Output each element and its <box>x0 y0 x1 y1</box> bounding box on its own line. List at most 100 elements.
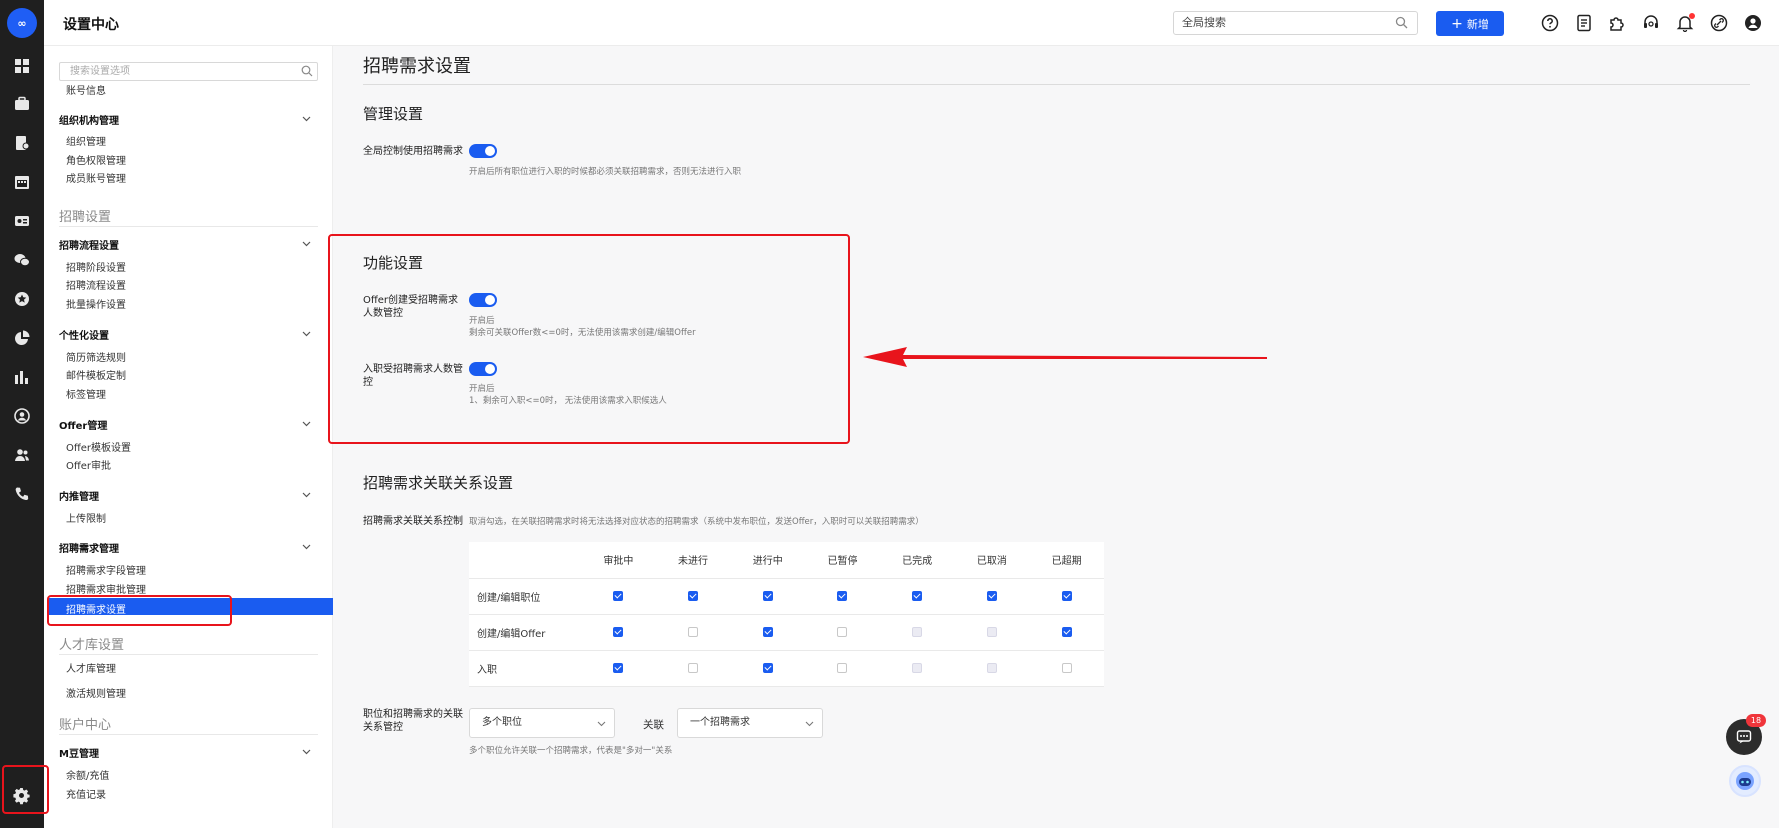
table-cell <box>1029 614 1104 651</box>
table-cell <box>879 614 955 651</box>
sidebar-group-org[interactable]: 组织机构管理 <box>59 112 119 127</box>
dashboard-icon[interactable] <box>12 56 32 76</box>
select-position-count[interactable]: 多个职位 <box>469 708 615 738</box>
chevron-down-icon[interactable] <box>302 542 311 551</box>
position-relation-label: 职位和招聘需求的关联关系管控 <box>363 709 463 733</box>
sidebar-item-stage[interactable]: 招聘阶段设置 <box>66 259 126 274</box>
chevron-down-icon <box>805 721 814 727</box>
checkbox-unchecked[interactable] <box>837 626 848 637</box>
sidebar-item-flow[interactable]: 招聘流程设置 <box>66 277 126 292</box>
section-title-recruit: 招聘设置 <box>59 210 112 225</box>
sidebar-item-demand-fields[interactable]: 招聘需求字段管理 <box>66 562 146 577</box>
service-icon[interactable] <box>1642 14 1660 32</box>
star-badge-icon[interactable] <box>12 289 32 309</box>
checkbox-checked[interactable] <box>613 626 624 637</box>
checkbox-checked[interactable] <box>837 590 848 601</box>
sidebar-item-upload-limit[interactable]: 上传限制 <box>66 510 106 525</box>
help-icon[interactable] <box>1541 14 1559 32</box>
team-icon[interactable] <box>12 445 32 465</box>
resume-doc-icon[interactable] <box>12 133 32 153</box>
checkbox-unchecked[interactable] <box>688 662 699 673</box>
checkbox-checked[interactable] <box>762 590 773 601</box>
sidebar-group-referral[interactable]: 内推管理 <box>59 488 99 503</box>
sidebar-item-resume-filter[interactable]: 简历筛选规则 <box>66 349 126 364</box>
sidebar-item-balance[interactable]: 余额/充值 <box>66 767 109 782</box>
document-icon[interactable] <box>1575 14 1593 32</box>
link-icon[interactable] <box>1710 14 1728 32</box>
calendar-icon[interactable] <box>12 172 32 192</box>
global-control-toggle[interactable] <box>469 144 497 158</box>
select-demand-count[interactable]: 一个招聘需求 <box>677 708 823 738</box>
checkbox-checked[interactable] <box>613 590 624 601</box>
search-icon[interactable] <box>1395 16 1408 29</box>
checkbox-checked[interactable] <box>762 662 773 673</box>
column-header: 已完成 <box>879 542 955 579</box>
sidebar-item-member-account[interactable]: 成员账号管理 <box>66 170 126 185</box>
sidebar-item-role-permission[interactable]: 角色权限管理 <box>66 152 126 167</box>
person-circle-icon[interactable] <box>12 406 32 426</box>
top-bar: 设置中心 全局搜索 + 新增 <box>44 0 1779 46</box>
checkbox-checked[interactable] <box>1061 626 1072 637</box>
briefcase-icon[interactable] <box>12 94 32 114</box>
checkbox-unchecked[interactable] <box>837 662 848 673</box>
checkbox-unchecked[interactable] <box>688 626 699 637</box>
user-icon[interactable] <box>1744 14 1762 32</box>
search-icon[interactable] <box>301 65 313 77</box>
sidebar-item-offer-template[interactable]: Offer模板设置 <box>66 439 131 454</box>
checkbox-unchecked[interactable] <box>1061 662 1072 673</box>
wechat-icon[interactable] <box>12 250 32 270</box>
sidebar-item-org-manage[interactable]: 组织管理 <box>66 133 106 148</box>
checkbox-disabled <box>986 662 997 673</box>
chevron-down-icon[interactable] <box>302 419 311 428</box>
checkbox-checked[interactable] <box>912 590 923 601</box>
table-cell <box>954 614 1030 651</box>
new-button[interactable]: + 新增 <box>1436 11 1504 36</box>
column-header: 未进行 <box>655 542 731 579</box>
chevron-down-icon[interactable] <box>302 329 311 338</box>
checkbox-checked[interactable] <box>613 662 624 673</box>
phone-icon[interactable] <box>12 484 32 504</box>
checkbox-checked[interactable] <box>1061 590 1072 601</box>
sidebar-group-custom[interactable]: 个性化设置 <box>59 327 109 342</box>
checkbox-checked[interactable] <box>762 626 773 637</box>
sidebar-group-offer[interactable]: Offer管理 <box>59 417 107 432</box>
sidebar-group-demand[interactable]: 招聘需求管理 <box>59 540 119 555</box>
chevron-down-icon[interactable] <box>302 114 311 123</box>
assistant-bot-button[interactable] <box>1729 765 1761 797</box>
app-logo[interactable]: ∞ <box>7 8 37 38</box>
id-card-icon[interactable] <box>12 211 32 231</box>
global-control-label: 全局控制使用招聘需求 <box>363 146 463 157</box>
sidebar-item-talent-pool[interactable]: 人才库管理 <box>66 660 116 675</box>
sidebar-item-recharge-record[interactable]: 充值记录 <box>66 786 106 801</box>
sidebar-item-activation-rule[interactable]: 激活规则管理 <box>66 685 126 700</box>
pie-chart-icon[interactable] <box>12 328 32 348</box>
checkbox-checked[interactable] <box>986 590 997 601</box>
select-value: 多个职位 <box>482 717 522 728</box>
bar-chart-icon[interactable] <box>12 367 32 387</box>
plugin-icon[interactable] <box>1608 14 1626 32</box>
sidebar-item-tag[interactable]: 标签管理 <box>66 386 106 401</box>
chevron-down-icon[interactable] <box>302 490 311 499</box>
chevron-down-icon <box>597 721 606 727</box>
sidebar-item-email-template[interactable]: 邮件模板定制 <box>66 367 126 382</box>
chevron-down-icon[interactable] <box>302 239 311 248</box>
sidebar-group-flow[interactable]: 招聘流程设置 <box>59 237 119 252</box>
icon-rail: ∞ <box>0 0 44 828</box>
column-header: 已超期 <box>1029 542 1104 579</box>
table-cell <box>655 650 731 687</box>
sidebar-item-demand-approval[interactable]: 招聘需求审批管理 <box>66 581 146 596</box>
settings-search-input[interactable]: 搜索设置选项 <box>59 62 318 81</box>
page-title: 招聘需求设置 <box>363 56 471 77</box>
checkbox-checked[interactable] <box>688 590 699 601</box>
bell-icon[interactable] <box>1676 13 1695 33</box>
sidebar-item-batch[interactable]: 批量操作设置 <box>66 296 126 311</box>
settings-sidebar: 搜索设置选项 账号信息 组织机构管理 组织管理 角色权限管理 成员账号管理 招聘… <box>44 46 333 828</box>
notification-dot <box>1689 13 1695 19</box>
global-search-input[interactable]: 全局搜索 <box>1173 11 1418 35</box>
relation-control-label: 招聘需求关联关系控制 <box>363 516 463 527</box>
sidebar-item-account-info[interactable]: 账号信息 <box>66 82 106 97</box>
chevron-down-icon[interactable] <box>302 747 311 756</box>
checkbox-disabled <box>912 662 923 673</box>
sidebar-group-mbean[interactable]: M豆管理 <box>59 745 99 760</box>
sidebar-item-offer-approval[interactable]: Offer审批 <box>66 457 111 472</box>
